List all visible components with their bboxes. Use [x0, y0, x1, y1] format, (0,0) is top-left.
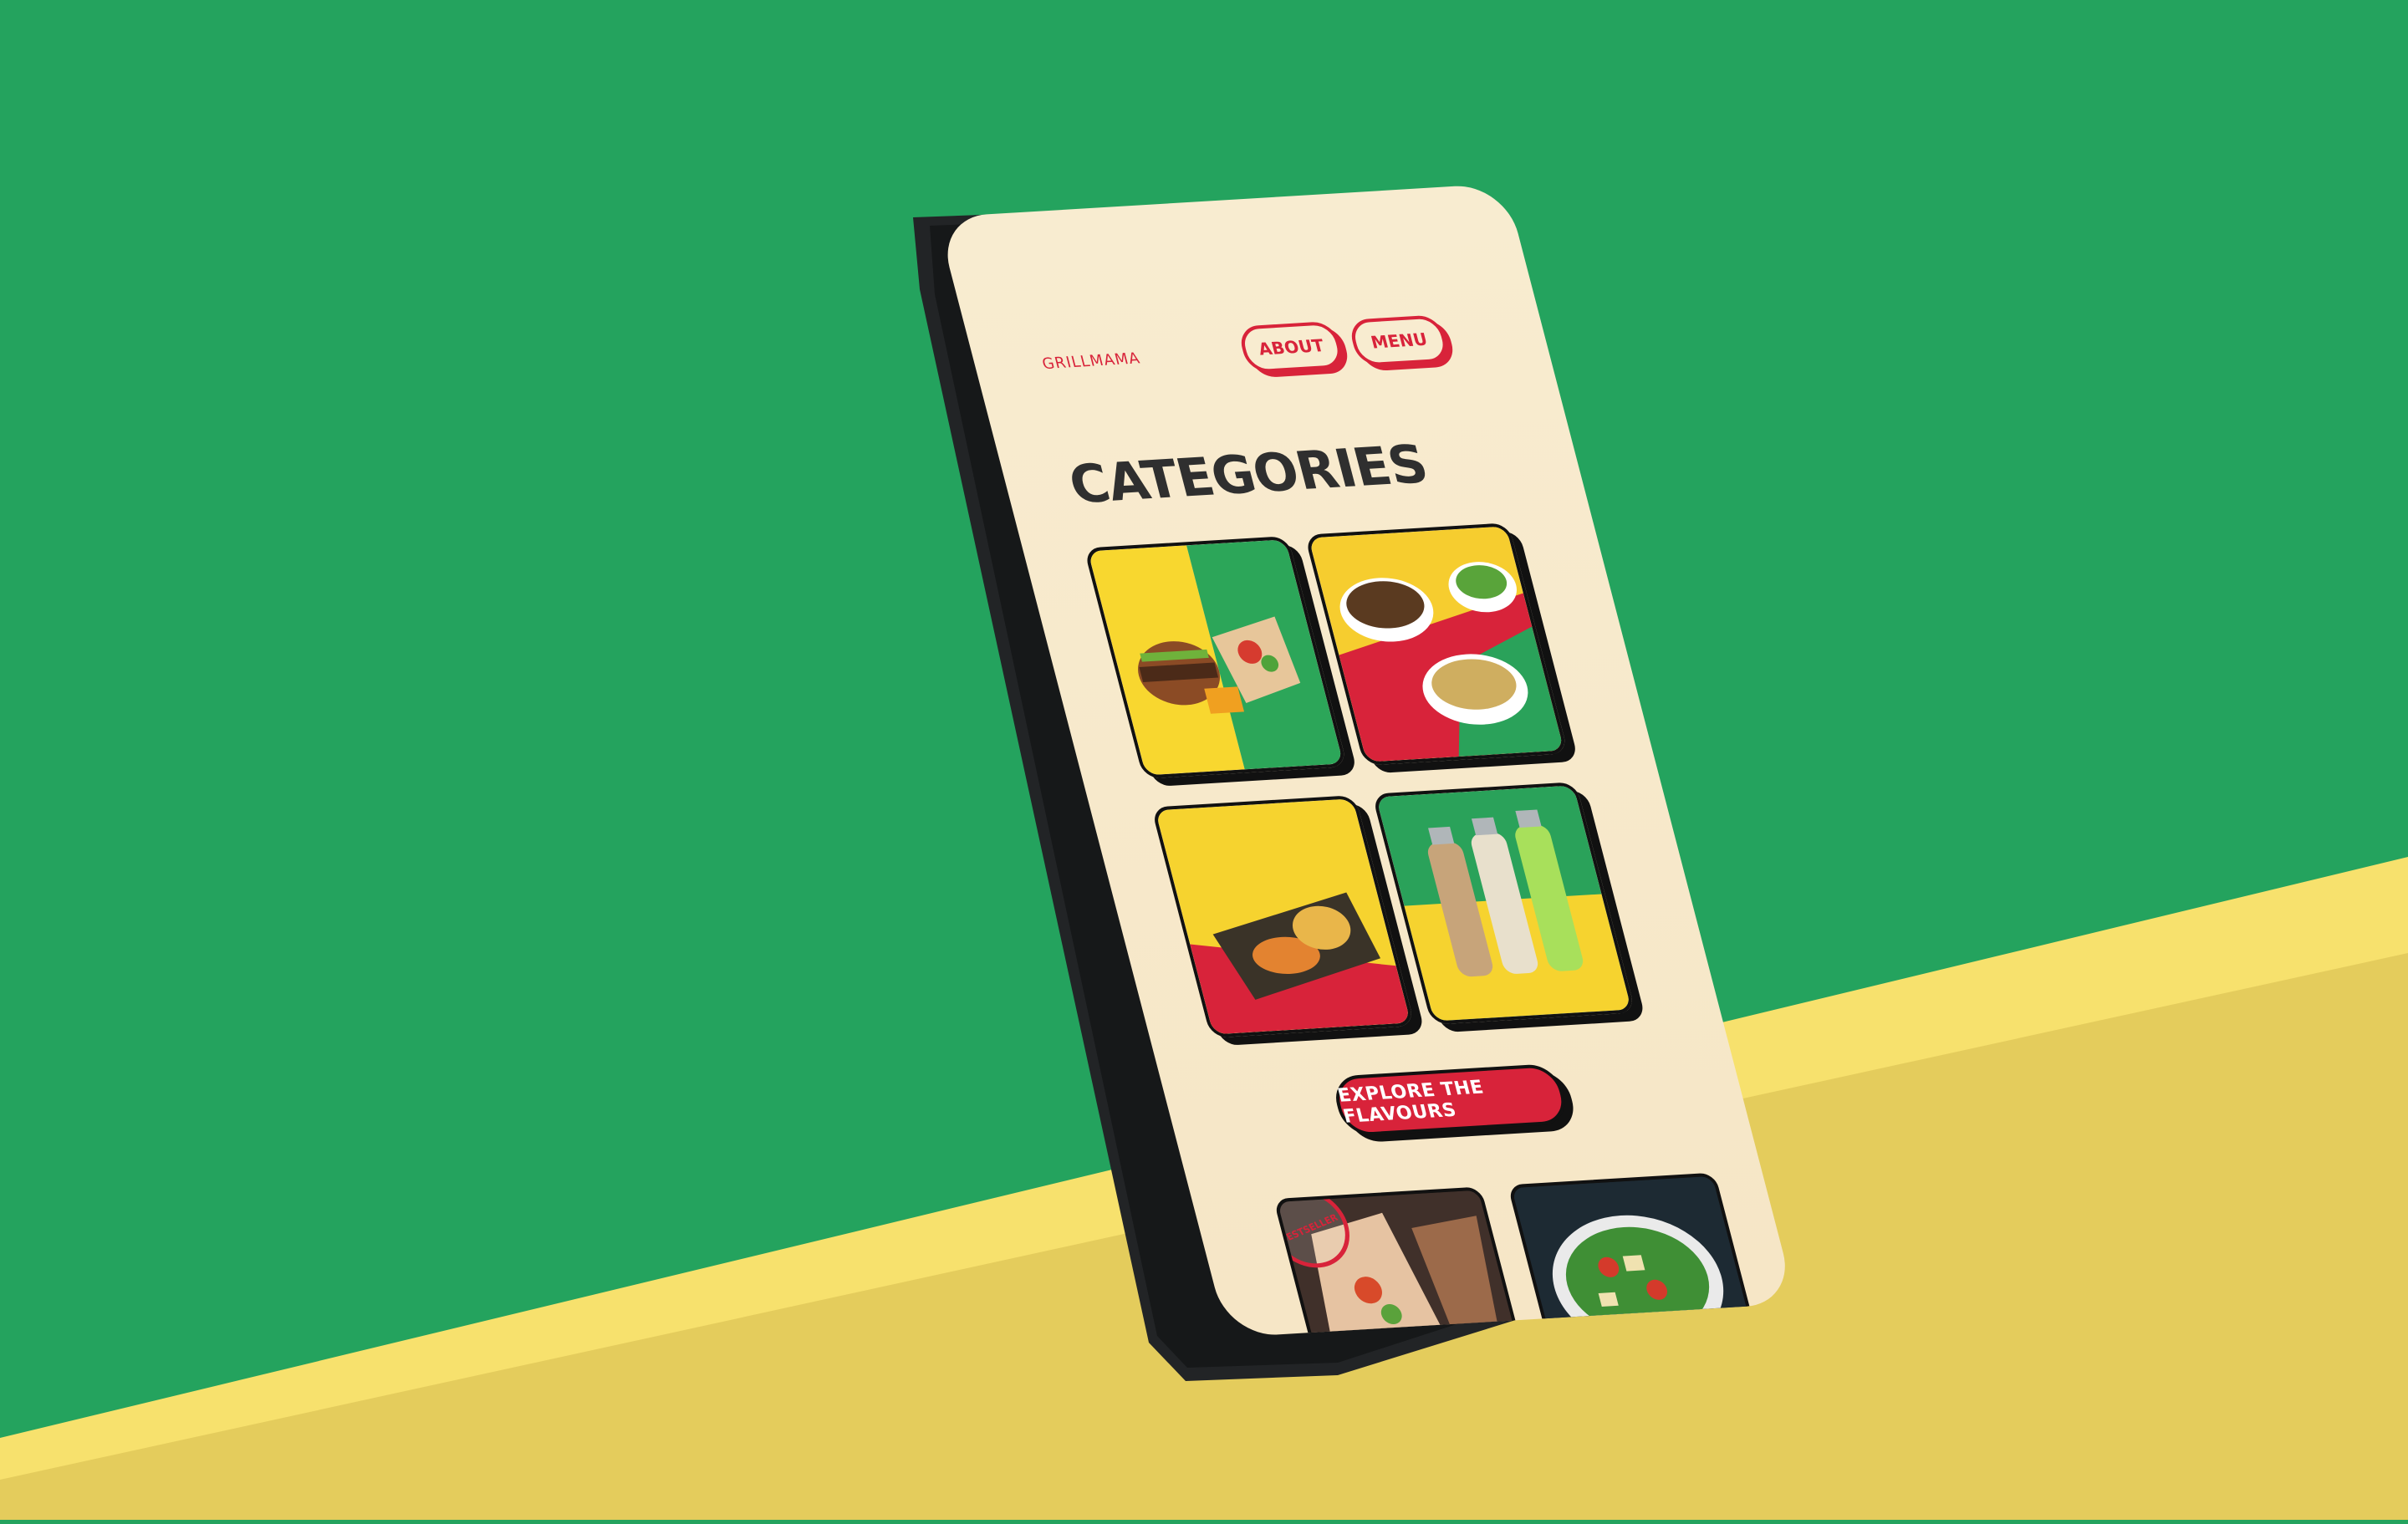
about-button[interactable]: ABOUT — [1237, 320, 1346, 374]
bottled-drinks-icon — [1375, 785, 1632, 1022]
category-card-combo[interactable] — [1084, 536, 1348, 779]
page-title: CATEGORIES — [1062, 432, 1434, 516]
menu-button[interactable]: MENU — [1347, 314, 1451, 367]
grilled-chicken-rice-icon — [1155, 798, 1411, 1035]
category-card-grills[interactable] — [1150, 795, 1416, 1038]
salad-bowls-icon — [1309, 526, 1564, 762]
brand-logo[interactable]: GRILLMAMA — [1040, 349, 1142, 373]
category-card-salads[interactable] — [1304, 522, 1569, 766]
featured-item-wrap[interactable]: BESTSELLER — [1273, 1186, 1526, 1338]
category-card-drinks[interactable] — [1371, 782, 1636, 1025]
burger-wrap-combo-icon — [1088, 539, 1344, 776]
explore-flavours-button[interactable]: EXPLORE THE FLAVOURS — [1329, 1063, 1572, 1137]
